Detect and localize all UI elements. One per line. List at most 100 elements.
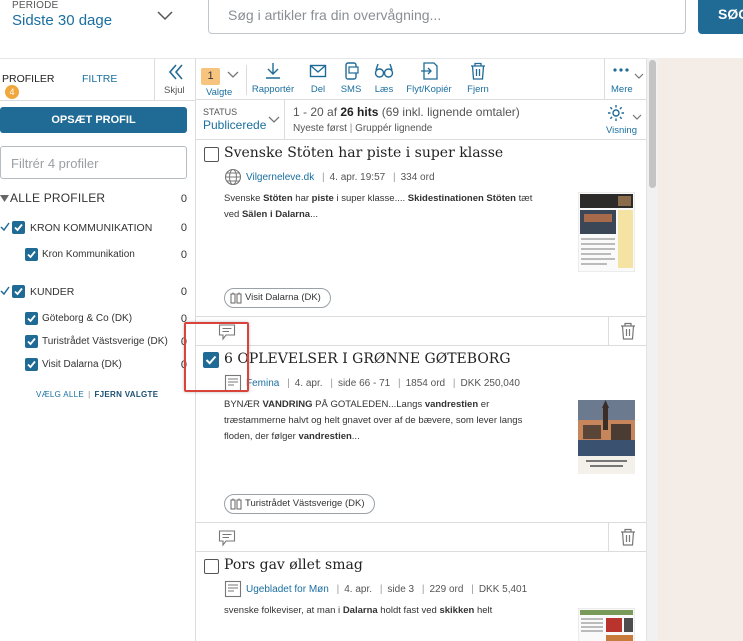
article-checkbox[interactable] (204, 147, 219, 162)
chevron-down-icon (634, 73, 644, 79)
hide-panel-button[interactable]: Skjul (160, 63, 192, 99)
profile-item-row[interactable]: Visit Dalarna (DK) 0 (0, 356, 196, 376)
article-meta: Femina | 4. apr. | side 66 - 71 | 1854 ord … (246, 378, 520, 389)
article-title[interactable]: Pors gav øllet smag (224, 557, 363, 573)
profile-item-row[interactable]: Göteborg & Co (DK) 0 (0, 310, 196, 330)
search-button[interactable]: SØG (698, 0, 743, 34)
share-label: Del (310, 84, 326, 95)
tab-profiler[interactable]: PROFILER4 (0, 59, 66, 101)
comment-icon[interactable] (218, 529, 236, 547)
article-list-scrollbar[interactable] (646, 58, 658, 641)
article-thumbnail[interactable] (578, 192, 635, 272)
chevron-down-icon[interactable] (157, 8, 173, 24)
trash-icon (621, 528, 635, 546)
article-item[interactable]: 6 OPLEVELSER I GRØNNE GØTEBORG Femina | 4… (196, 346, 646, 522)
article-source[interactable]: Vilgerneleve.dk (246, 172, 314, 183)
group-count: 0 (180, 222, 187, 234)
article-source[interactable]: Ugebladet for Møn (246, 584, 329, 595)
group-checkbox[interactable] (12, 221, 25, 234)
setup-profile-button[interactable]: OPSÆT PROFIL (0, 107, 187, 133)
all-profiles-row[interactable]: ALLE PROFILER 0 (0, 190, 196, 210)
report-button[interactable]: Rapportér (250, 62, 296, 95)
article-source[interactable]: Femina (246, 378, 279, 389)
chevron-down-icon[interactable] (268, 114, 280, 126)
article-title[interactable]: 6 OPLEVELSER I GRØNNE GØTEBORG (224, 351, 511, 367)
article-words: 334 ord (400, 172, 435, 183)
view-settings-button[interactable]: Visning (598, 100, 646, 140)
profile-checkbox[interactable] (25, 335, 38, 348)
tag-icon (230, 498, 242, 510)
article-date: 4. apr. (344, 584, 373, 595)
glasses-icon (374, 63, 394, 78)
hits-suffix: (69 inkl. lignende omtaler) (378, 105, 520, 119)
profile-group-row[interactable]: KRON KOMMUNIKATION 0 (0, 219, 196, 239)
profile-label: Visit Dalarna (DK) (42, 359, 122, 370)
sms-icon (345, 62, 359, 80)
profile-label: Turistrådet Västsverige (DK) (42, 336, 168, 347)
article-action-row (196, 522, 646, 552)
hits-prefix: 1 - 20 af (293, 105, 341, 119)
profile-item-row[interactable]: Kron Kommunikation 0 (0, 246, 196, 266)
scrollbar-thumb[interactable] (649, 60, 656, 188)
article-snippet: Svenske Stöten har piste i super klasse.… (224, 193, 533, 220)
trash-icon (621, 322, 635, 340)
profile-tag[interactable]: Visit Dalarna (DK) (224, 288, 331, 308)
article-list: Svenske Stöten har piste i super klasse … (196, 140, 646, 641)
period-selector[interactable]: PERIODE Sidste 30 dage (0, 0, 196, 58)
sort-newest[interactable]: Nyeste først (293, 123, 347, 134)
profile-checkbox[interactable] (25, 312, 38, 325)
status-dropdown[interactable]: Publicerede (203, 118, 266, 132)
move-copy-label: Flyt/Kopiér (406, 84, 452, 95)
more-button[interactable]: Mere (604, 58, 646, 100)
article-pages: side 66 - 71 (337, 378, 391, 389)
profile-checkbox[interactable] (25, 358, 38, 371)
article-item[interactable]: Svenske Stöten har piste i super klasse … (196, 140, 646, 316)
group-checkbox[interactable] (12, 285, 25, 298)
delete-article-button[interactable] (608, 523, 646, 551)
tab-filtre[interactable]: FILTRE (82, 73, 117, 85)
period-value[interactable]: Sidste 30 dage (12, 12, 112, 29)
trash-icon (471, 62, 485, 80)
more-dots-icon (613, 68, 629, 72)
profiler-count-badge: 4 (5, 85, 19, 99)
profile-filter-input[interactable]: Filtrér 4 profiler (0, 146, 187, 179)
article-price: DKK 5,401 (478, 584, 528, 595)
article-price: DKK 250,040 (460, 378, 520, 389)
sms-button[interactable]: SMS (337, 62, 365, 95)
remove-button[interactable]: Fjern (464, 62, 492, 95)
delete-article-button[interactable] (608, 317, 646, 345)
article-checkbox[interactable] (204, 559, 219, 574)
remove-selected-link[interactable]: FJERN VALGTE (94, 390, 158, 399)
read-button[interactable]: Læs (370, 62, 398, 95)
article-meta: Vilgerneleve.dk | 4. apr. 19:57 | 334 ord (246, 172, 435, 183)
double-chevron-left-icon (168, 64, 183, 80)
status-divider (284, 100, 285, 140)
gear-icon (608, 105, 624, 121)
profile-checkbox[interactable] (25, 248, 38, 261)
article-date: 4. apr. (294, 378, 323, 389)
selected-count: 1 (201, 68, 220, 85)
caret-down-icon (0, 195, 9, 202)
article-toolbar: 1 Valgte Rapportér Del SMS Læs Flyt/Kopi… (196, 58, 646, 100)
mail-icon (309, 64, 327, 78)
top-bar: PERIODE Sidste 30 dage Søg i artikler fr… (0, 0, 743, 58)
move-copy-button[interactable]: Flyt/Kopiér (404, 62, 454, 95)
profile-group-row[interactable]: KUNDER 0 (0, 283, 196, 303)
hits-count: 26 hits (340, 105, 379, 119)
article-title[interactable]: Svenske Stöten har piste i super klasse (224, 145, 503, 161)
view-label: Visning (606, 125, 637, 136)
profile-item-row[interactable]: Turistrådet Västsverige (DK) 0 (0, 333, 196, 353)
profile-label: Göteborg & Co (DK) (42, 313, 133, 324)
select-all-link[interactable]: VÆLG ALLE (36, 390, 84, 399)
article-snippet: BYNÆR VANDRING PÅ GOTALEDEN...Langs vand… (224, 399, 523, 442)
article-item[interactable]: Pors gav øllet smag Ugebladet for Møn | 4… (196, 552, 646, 641)
profile-label: Kron Kommunikation (42, 249, 135, 260)
article-thumbnail[interactable] (578, 608, 635, 641)
profile-tag[interactable]: Turistrådet Västsverige (DK) (224, 494, 375, 514)
search-input[interactable]: Søg i artikler fra din overvågning... (208, 0, 686, 34)
share-button[interactable]: Del (304, 62, 332, 95)
article-thumbnail[interactable] (578, 400, 635, 474)
group-similar[interactable]: Gruppér lignende (355, 123, 432, 134)
more-label: Mere (611, 84, 633, 95)
checkmark-icon (0, 286, 10, 296)
